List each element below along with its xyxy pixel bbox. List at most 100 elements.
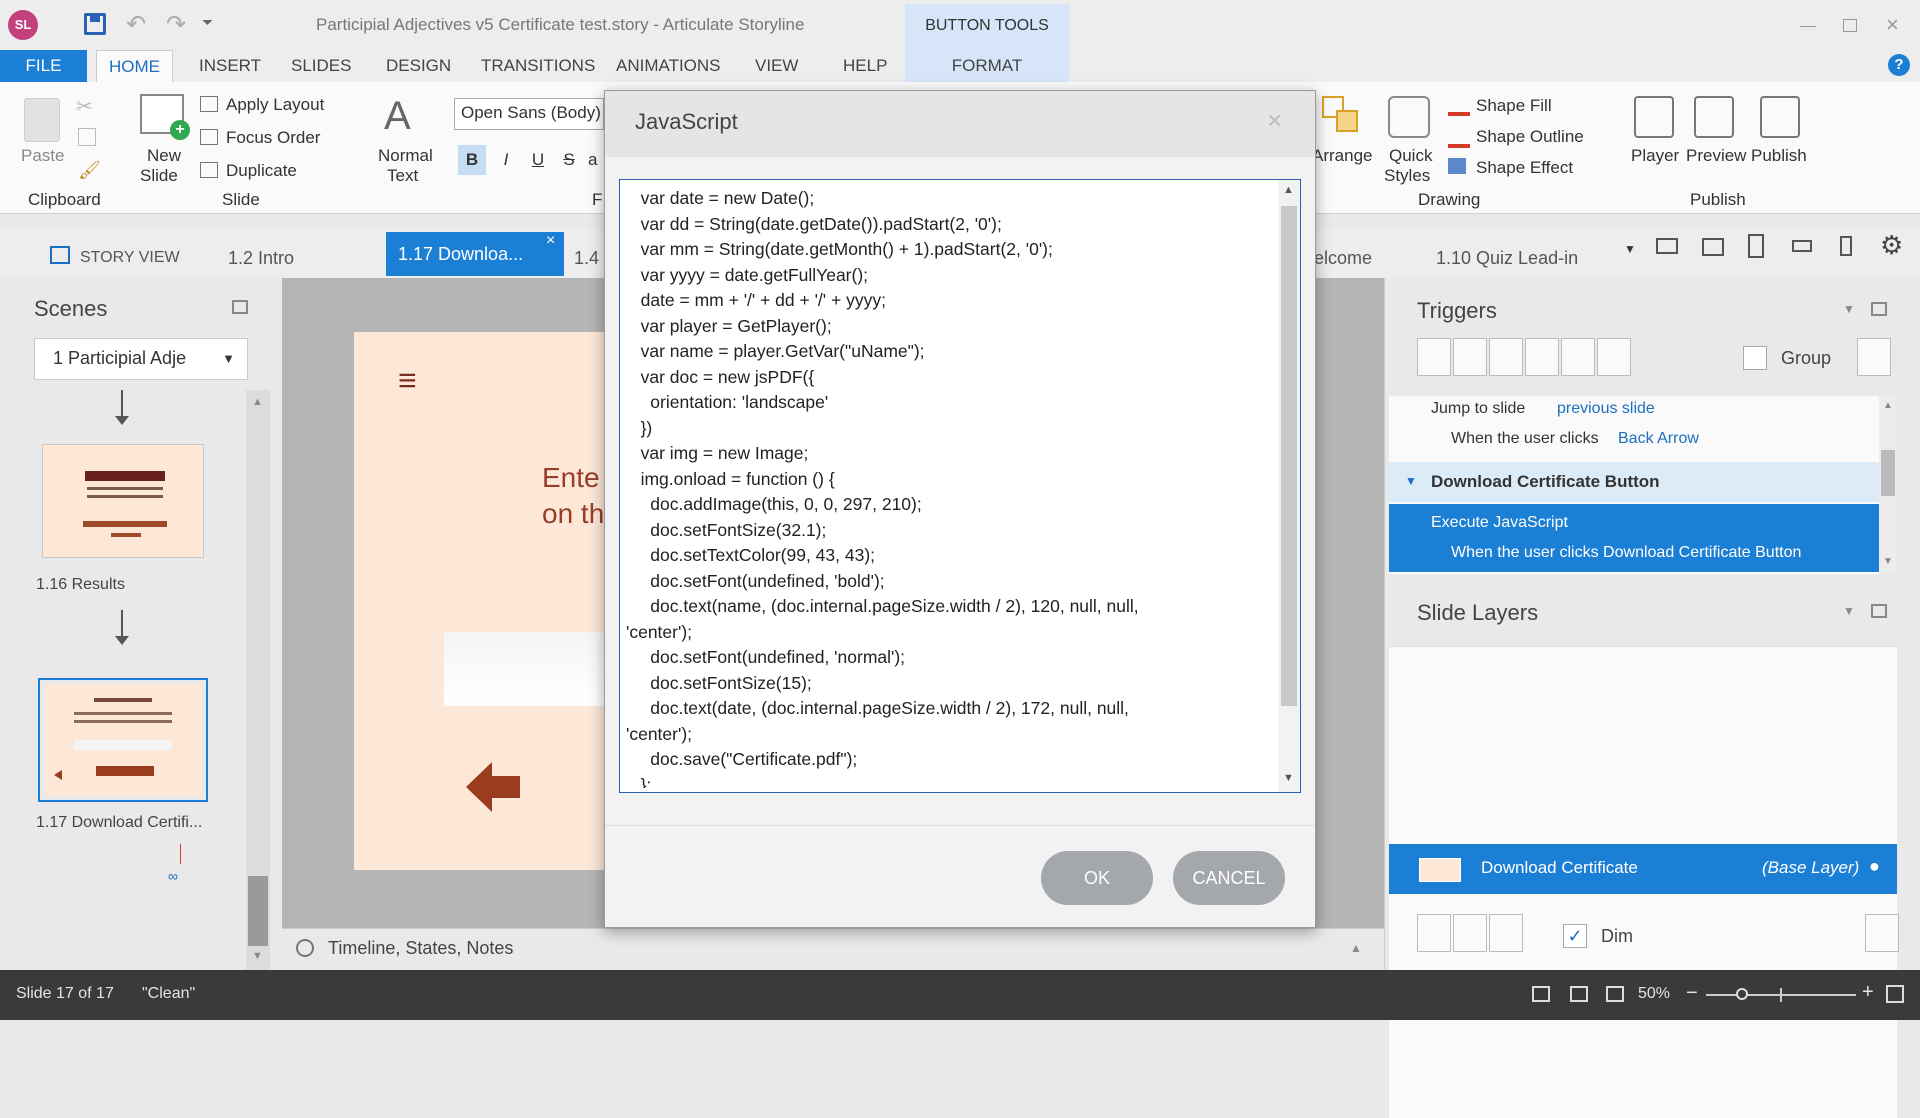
zoom-slider-thumb[interactable] bbox=[1736, 988, 1748, 1000]
duplicate-button[interactable]: Duplicate bbox=[226, 161, 297, 181]
redo-icon[interactable]: ↷ bbox=[166, 10, 186, 39]
strikethrough-button[interactable]: S bbox=[558, 145, 580, 175]
trigger-item-javascript[interactable]: Execute JavaScript When the user clicks … bbox=[1389, 504, 1879, 572]
restore-icon[interactable] bbox=[1843, 19, 1857, 32]
zoom-in-icon[interactable]: + bbox=[1862, 981, 1874, 1004]
dim-checkbox[interactable]: ✓ bbox=[1563, 924, 1587, 948]
quick-styles-label[interactable]: Quick bbox=[1389, 146, 1432, 166]
apply-layout-button[interactable]: Apply Layout bbox=[226, 95, 324, 115]
scroll-up-icon[interactable]: ▲ bbox=[1283, 184, 1294, 196]
copy-icon[interactable] bbox=[78, 128, 96, 146]
triggers-popout-icon[interactable] bbox=[1871, 302, 1887, 316]
tab-file[interactable]: FILE bbox=[0, 50, 87, 82]
collapse-triggers-icon[interactable]: ▼ bbox=[1843, 302, 1855, 316]
text-case-button[interactable]: a bbox=[588, 145, 602, 175]
shape-outline-button[interactable]: Shape Outline bbox=[1476, 127, 1584, 147]
scroll-up-icon[interactable]: ▲ bbox=[252, 396, 263, 408]
ok-button[interactable]: OK bbox=[1041, 851, 1153, 905]
delete-layer-icon[interactable] bbox=[1489, 914, 1523, 952]
phone-landscape-icon[interactable] bbox=[1792, 240, 1812, 252]
scenes-scrollbar[interactable]: ▲ ▼ bbox=[246, 390, 270, 970]
code-text[interactable]: var date = new Date(); var dd = String(d… bbox=[626, 186, 1266, 788]
zoom-slider[interactable] bbox=[1706, 988, 1856, 1002]
copy-trigger-icon[interactable] bbox=[1489, 338, 1523, 376]
timeline-label[interactable]: Timeline, States, Notes bbox=[328, 938, 513, 959]
shape-fill-icon[interactable] bbox=[1448, 96, 1470, 116]
scroll-down-icon[interactable]: ▼ bbox=[1883, 556, 1893, 567]
tab-story-view[interactable]: STORY VIEW bbox=[68, 240, 192, 276]
reorder-trigger-icon[interactable] bbox=[1597, 338, 1631, 376]
scroll-down-icon[interactable]: ▼ bbox=[1283, 772, 1294, 784]
tabs-dropdown-icon[interactable]: ▼ bbox=[1624, 242, 1636, 256]
player-button[interactable]: Player bbox=[1631, 146, 1679, 166]
undo-icon[interactable]: ↶ bbox=[126, 10, 146, 39]
quick-styles-label-2[interactable]: Styles bbox=[1384, 166, 1430, 186]
zoom-out-icon[interactable]: − bbox=[1686, 982, 1698, 1005]
code-scrollbar[interactable]: ▲ ▼ bbox=[1278, 180, 1300, 792]
shape-outline-icon[interactable] bbox=[1448, 128, 1470, 148]
tablet-portrait-icon[interactable] bbox=[1748, 234, 1764, 258]
normal-view-icon[interactable] bbox=[1532, 986, 1550, 1002]
slide-heading-fragment[interactable]: Ente bbox=[542, 462, 600, 494]
italic-button[interactable]: I bbox=[494, 145, 518, 175]
new-slide-icon[interactable]: + bbox=[140, 94, 190, 140]
player-icon[interactable] bbox=[1634, 96, 1674, 138]
expand-section-icon[interactable]: ▼ bbox=[1405, 474, 1417, 488]
normal-text-icon[interactable]: A bbox=[384, 94, 411, 138]
preview-mode-icon[interactable] bbox=[1606, 986, 1624, 1002]
customize-toolbar-icon[interactable]: ⏷ bbox=[202, 14, 213, 31]
scene-dropdown[interactable]: 1 Participial Adje ▼ bbox=[34, 338, 248, 380]
base-layer-row[interactable]: Download Certificate (Base Layer) ● bbox=[1389, 844, 1897, 894]
visibility-eye-icon[interactable]: ● bbox=[1869, 856, 1880, 877]
quick-styles-icon[interactable] bbox=[1388, 96, 1430, 138]
new-slide-label-2[interactable]: Slide bbox=[140, 166, 178, 186]
delete-trigger-icon[interactable] bbox=[1561, 338, 1595, 376]
scrollbar-thumb[interactable] bbox=[1281, 206, 1297, 706]
edit-trigger-icon[interactable] bbox=[1453, 338, 1487, 376]
font-name-input[interactable]: Open Sans (Body) bbox=[454, 98, 604, 130]
trigger-section-header[interactable]: ▼ Download Certificate Button bbox=[1389, 462, 1879, 502]
normal-text-label[interactable]: Normal bbox=[378, 146, 433, 166]
paste-icon[interactable] bbox=[24, 98, 60, 142]
hamburger-menu-icon[interactable]: ≡ bbox=[398, 362, 417, 399]
minimize-icon[interactable] bbox=[1800, 26, 1816, 27]
tab-slides[interactable]: SLIDES bbox=[279, 50, 363, 82]
focus-order-button[interactable]: Focus Order bbox=[226, 128, 320, 148]
triggers-scrollbar[interactable]: ▲ ▼ bbox=[1879, 396, 1897, 574]
back-arrow-icon[interactable] bbox=[466, 762, 522, 812]
shape-effect-button[interactable]: Shape Effect bbox=[1476, 158, 1573, 178]
arrange-button[interactable]: Arrange bbox=[1312, 146, 1372, 166]
apply-layout-icon[interactable] bbox=[200, 96, 218, 112]
slide-thumbnail-results[interactable] bbox=[42, 444, 204, 558]
paste-label[interactable]: Paste bbox=[21, 146, 64, 166]
close-tab-icon[interactable]: × bbox=[546, 232, 555, 250]
save-icon[interactable] bbox=[84, 13, 106, 35]
scrollbar-thumb[interactable] bbox=[1881, 450, 1895, 496]
code-editor[interactable]: var date = new Date(); var dd = String(d… bbox=[619, 179, 1301, 793]
desktop-view-icon[interactable] bbox=[1656, 238, 1678, 254]
settings-gear-icon[interactable]: ⚙ bbox=[1880, 230, 1903, 261]
help-icon[interactable]: ? bbox=[1888, 54, 1910, 76]
tablet-landscape-icon[interactable] bbox=[1702, 238, 1724, 256]
new-slide-label[interactable]: New bbox=[147, 146, 181, 166]
bold-button[interactable]: B bbox=[458, 145, 486, 175]
tab-format[interactable]: FORMAT bbox=[905, 50, 1069, 82]
collapse-layers-icon[interactable]: ▼ bbox=[1843, 604, 1855, 618]
panel-popout-icon[interactable] bbox=[232, 300, 248, 314]
scroll-down-icon[interactable]: ▼ bbox=[252, 950, 263, 962]
slide-thumbnail-download[interactable] bbox=[38, 678, 208, 802]
focus-order-icon[interactable] bbox=[200, 129, 218, 145]
shape-effect-icon[interactable] bbox=[1448, 158, 1466, 174]
tab-help[interactable]: HELP bbox=[831, 50, 899, 82]
tab-home[interactable]: HOME bbox=[96, 50, 173, 82]
tab-insert[interactable]: INSERT bbox=[187, 50, 273, 82]
scroll-up-icon[interactable]: ▲ bbox=[1883, 400, 1893, 411]
scrollbar-thumb[interactable] bbox=[248, 876, 268, 946]
trigger-object-link[interactable]: Back Arrow bbox=[1618, 430, 1699, 448]
tab-slide-quiz[interactable]: 1.10 Quiz Lead-in bbox=[1424, 240, 1590, 276]
shape-fill-button[interactable]: Shape Fill bbox=[1476, 96, 1552, 116]
underline-button[interactable]: U bbox=[526, 145, 550, 175]
close-window-icon[interactable]: × bbox=[1886, 12, 1899, 38]
slide-heading-fragment-2[interactable]: on th bbox=[542, 498, 604, 530]
tab-slide-download[interactable]: 1.17 Downloa... bbox=[386, 232, 564, 276]
